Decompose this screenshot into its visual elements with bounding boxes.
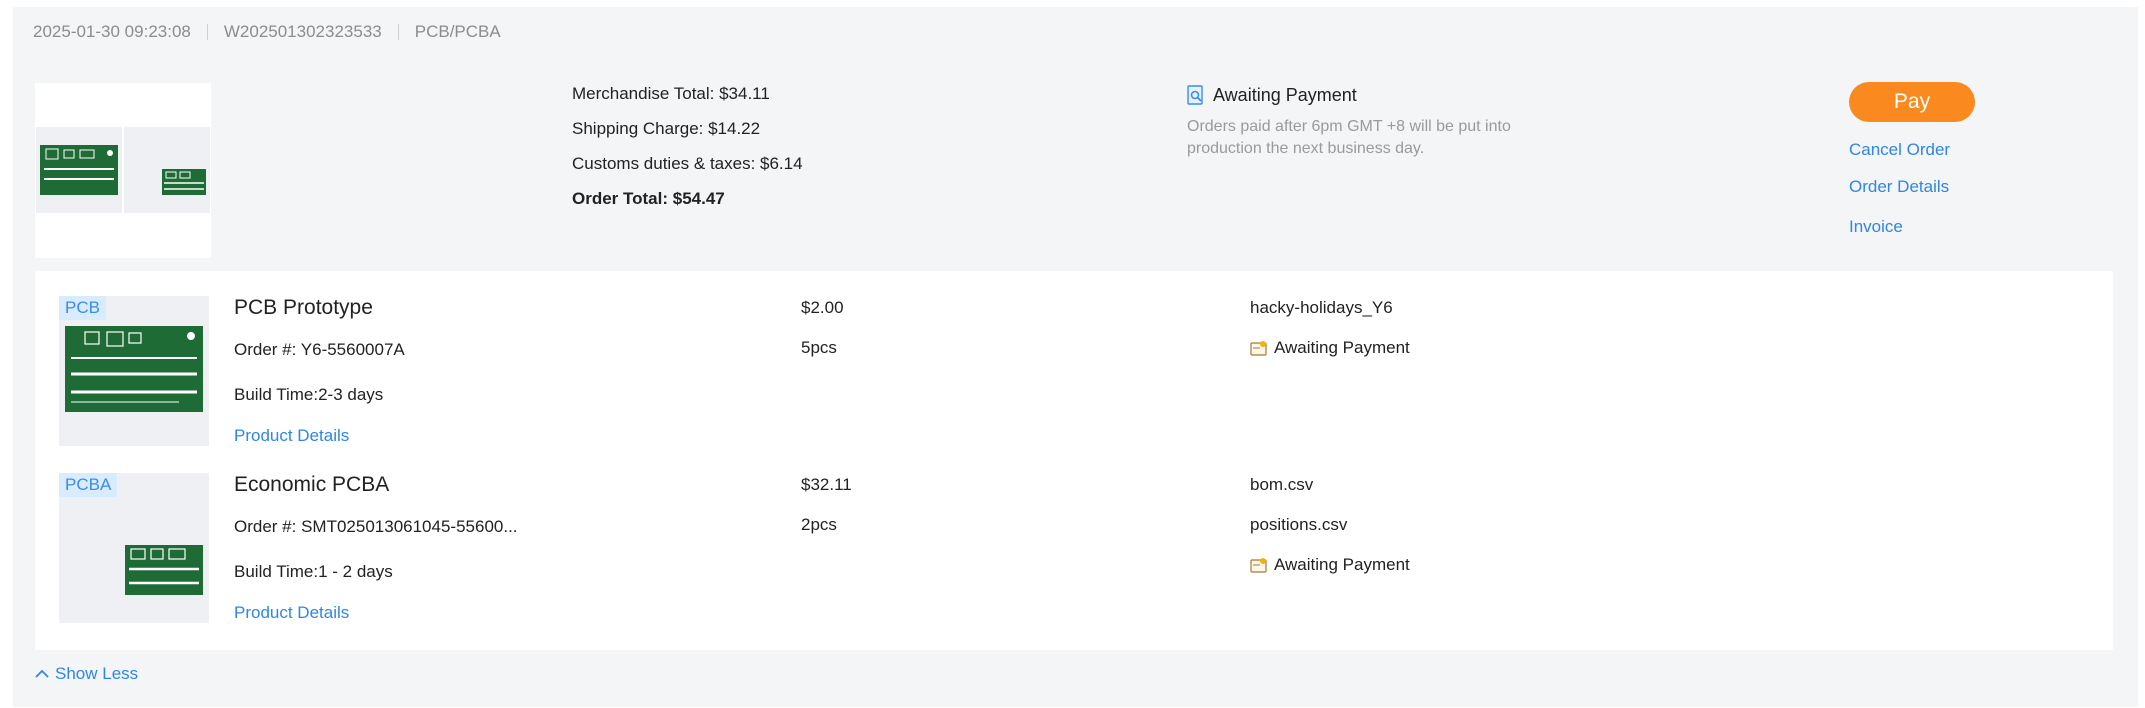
product-order-number: Order #: SMT025013061045-55600... [234, 517, 518, 536]
status-label: Awaiting Payment [1213, 84, 1357, 105]
order-date: 2025-01-30 09:23:08 [33, 22, 191, 41]
pcb-thumbnail [36, 127, 122, 213]
wallet-icon [1250, 340, 1268, 356]
item-quantity: 5pcs [801, 338, 837, 357]
search-document-icon [1187, 85, 1205, 105]
pay-button[interactable]: Pay [1849, 82, 1975, 122]
order-details-link[interactable]: Order Details [1849, 177, 1975, 197]
item-status-label: Awaiting Payment [1274, 338, 1410, 357]
status-title: Awaiting Payment [1187, 84, 1527, 106]
order-number: W202501302323533 [223, 22, 382, 41]
item-status: Awaiting Payment [1250, 338, 1410, 358]
shipping-charge: Shipping Charge: $14.22 [572, 119, 761, 138]
item-price: $2.00 [801, 298, 844, 317]
build-time: Build Time:2-3 days [234, 385, 384, 404]
product-name: Economic PCBA [234, 473, 390, 496]
product-details-link[interactable]: Product Details [234, 426, 349, 446]
item-quantity: 2pcs [801, 515, 837, 534]
invoice-link[interactable]: Invoice [1849, 217, 1975, 237]
pcba-thumbnail [124, 127, 210, 213]
product-type-tag: PCBA [59, 473, 118, 497]
order-actions: Pay Cancel Order Order Details Invoice [1849, 82, 1975, 237]
item-status-label: Awaiting Payment [1274, 555, 1410, 574]
cancel-order-link[interactable]: Cancel Order [1849, 140, 1975, 160]
build-time: Build Time:1 - 2 days [234, 562, 393, 581]
customs-duties: Customs duties & taxes: $6.14 [572, 154, 803, 173]
show-less-toggle[interactable]: Show Less [35, 664, 138, 684]
order-status: Awaiting Payment Orders paid after 6pm G… [1187, 84, 1527, 160]
product-details-link[interactable]: Product Details [234, 603, 349, 623]
list-item: PCBA Economic PCBA Order #: SMT025013061… [35, 448, 2113, 623]
show-less-label: Show Less [55, 664, 139, 683]
product-order-number: Order #: Y6-5560007A [234, 340, 405, 359]
price-summary: Merchandise Total: $34.11 Shipping Charg… [572, 84, 803, 224]
list-item: PCB PCB Prototype Order #: Y6-5560007A B… [35, 271, 2113, 446]
file-name: hacky-holidays_Y6 [1250, 298, 1393, 317]
chevron-up-icon [35, 669, 49, 678]
order-total: Order Total: $54.47 [572, 189, 725, 208]
order-meta: 2025-01-30 09:23:08 W202501302323533 PCB… [33, 22, 501, 42]
product-name: PCB Prototype [234, 296, 373, 319]
order-type: PCB/PCBA [414, 22, 501, 41]
product-image: PCBA [59, 473, 209, 623]
order-thumbnails [35, 83, 211, 258]
divider [206, 24, 208, 40]
file-name: bom.csv [1250, 475, 1314, 494]
merchandise-total: Merchandise Total: $34.11 [572, 84, 770, 103]
production-note: Orders paid after 6pm GMT +8 will be put… [1187, 118, 1511, 157]
wallet-icon [1250, 557, 1268, 573]
item-status: Awaiting Payment [1250, 555, 1410, 575]
product-type-tag: PCB [59, 296, 106, 320]
item-price: $32.11 [801, 475, 852, 494]
product-image: PCB [59, 296, 209, 446]
divider [397, 24, 399, 40]
order-items: PCB PCB Prototype Order #: Y6-5560007A B… [35, 271, 2113, 650]
file-name: positions.csv [1250, 515, 1348, 534]
